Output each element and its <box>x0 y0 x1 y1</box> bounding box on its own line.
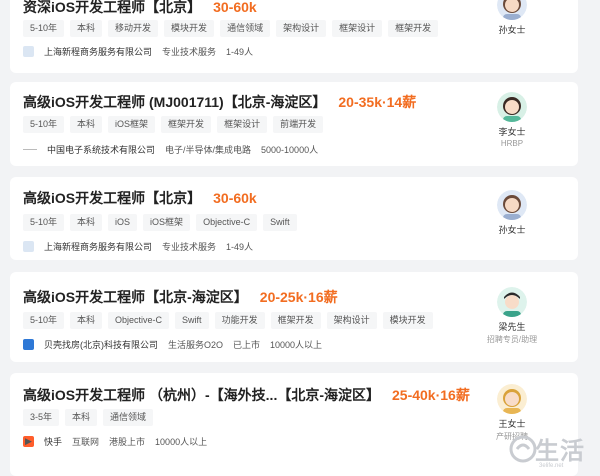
company-size: 1-49人 <box>226 47 254 57</box>
tag: 5-10年 <box>23 116 65 133</box>
company-industry: 生活服务O2O <box>168 340 224 350</box>
avatar <box>497 190 527 220</box>
job-title[interactable]: 高级iOS开发工程师【北京-海淀区】 <box>23 287 248 307</box>
tag: 通信领域 <box>220 20 271 37</box>
company-info: 贝壳找房(北京)科技有限公司 生活服务O2O 已上市 10000人以上 <box>23 338 322 351</box>
tag: 前端开发 <box>273 116 324 133</box>
tag: 模块开发 <box>164 20 215 37</box>
tag: 3-5年 <box>23 409 60 426</box>
recruiter-name: 李女士 <box>498 127 526 137</box>
company-stage: 港股上市 <box>109 437 146 447</box>
company-name[interactable]: 快手 <box>44 435 62 448</box>
company-logo <box>23 339 34 350</box>
tag: iOS框架 <box>108 116 156 133</box>
tag: 框架开发 <box>388 20 439 37</box>
job-title[interactable]: 高级iOS开发工程师 (MJ001711)【北京-海淀区】 <box>23 92 326 112</box>
company-name[interactable]: 中国电子系统技术有限公司 <box>47 143 155 156</box>
company-industry: 互联网 <box>72 437 100 447</box>
company-logo <box>23 46 34 57</box>
tag: 本科 <box>70 116 103 133</box>
job-salary: 20-25k·16薪 <box>259 289 338 305</box>
tag: 本科 <box>70 312 103 329</box>
recruiter[interactable]: 梁先生 招聘专员/助理 <box>477 287 547 345</box>
watermark-url: 3elife.net <box>539 463 564 469</box>
job-tags: 5-10年 本科 iOS iOS框架 Objective-C Swift <box>23 214 297 231</box>
job-salary: 30-60k <box>213 0 257 15</box>
company-info: 中国电子系统技术有限公司 电子/半导体/集成电路 5000-10000人 <box>23 143 318 156</box>
job-card[interactable]: 资深iOS开发工程师【北京】 30-60k 5-10年 本科 移动开发 模块开发… <box>10 0 578 73</box>
job-title[interactable]: 高级iOS开发工程师【北京】 <box>23 188 201 208</box>
company-industry: 专业技术服务 <box>162 242 217 252</box>
tag: 模块开发 <box>382 312 433 329</box>
tag: 移动开发 <box>108 20 159 37</box>
job-tags: 5-10年 本科 Objective-C Swift 功能开发 框架开发 架构设… <box>23 312 433 329</box>
company-size: 5000-10000人 <box>261 145 319 155</box>
recruiter-role: 招聘专员/助理 <box>486 335 538 344</box>
job-card[interactable]: 高级iOS开发工程师【北京】 30-60k 5-10年 本科 iOS iOS框架… <box>10 177 578 260</box>
company-name[interactable]: 上海新程商务服务有限公司 <box>44 45 152 58</box>
tag: 框架设计 <box>217 116 268 133</box>
job-salary: 20-35k·14薪 <box>338 94 417 110</box>
tag: 本科 <box>70 214 103 231</box>
tag: Objective-C <box>196 214 258 231</box>
tag: 本科 <box>70 20 103 37</box>
tag: iOS <box>108 214 138 231</box>
company-size: 1-49人 <box>226 242 254 252</box>
recruiter-name: 梁先生 <box>498 322 526 332</box>
company-info: 上海新程商务服务有限公司 专业技术服务 1-49人 <box>23 240 253 253</box>
avatar <box>497 0 527 20</box>
tag: 框架开发 <box>161 116 212 133</box>
company-industry: 专业技术服务 <box>162 47 217 57</box>
job-card[interactable]: 高级iOS开发工程师 (MJ001711)【北京-海淀区】 20-35k·14薪… <box>10 82 578 166</box>
recruiter[interactable]: 孙女士 <box>477 190 547 236</box>
company-logo <box>23 149 37 150</box>
tag: 5-10年 <box>23 214 65 231</box>
watermark-logo-icon <box>509 435 537 463</box>
recruiter-name: 孙女士 <box>498 225 526 235</box>
watermark: 生活 3elife.net <box>507 429 599 475</box>
company-size: 10000人以上 <box>155 437 208 447</box>
avatar <box>497 384 527 414</box>
company-logo: ▶ <box>23 436 34 447</box>
tag: 框架开发 <box>270 312 321 329</box>
company-name[interactable]: 贝壳找房(北京)科技有限公司 <box>44 338 158 351</box>
tag: Objective-C <box>108 312 170 329</box>
job-card[interactable]: 高级iOS开发工程师【北京-海淀区】 20-25k·16薪 5-10年 本科 O… <box>10 272 578 362</box>
tag: 本科 <box>65 409 98 426</box>
company-name[interactable]: 上海新程商务服务有限公司 <box>44 240 152 253</box>
company-logo <box>23 241 34 252</box>
tag: 通信领域 <box>103 409 154 426</box>
recruiter-name: 孙女士 <box>498 25 526 35</box>
tag: iOS框架 <box>143 214 191 231</box>
company-industry: 电子/半导体/集成电路 <box>165 145 252 155</box>
tag: Swift <box>175 312 209 329</box>
company-info: ▶ 快手 互联网 港股上市 10000人以上 <box>23 435 207 448</box>
tag: 架构设计 <box>276 20 327 37</box>
job-tags: 5-10年 本科 移动开发 模块开发 通信领域 架构设计 框架设计 框架开发 <box>23 20 439 37</box>
avatar <box>497 92 527 122</box>
job-tags: 3-5年 本科 通信领域 <box>23 409 154 426</box>
company-info: 上海新程商务服务有限公司 专业技术服务 1-49人 <box>23 45 253 58</box>
tag: 5-10年 <box>23 20 65 37</box>
recruiter[interactable]: 李女士 HRBP <box>477 92 547 148</box>
tag: 架构设计 <box>326 312 377 329</box>
job-title[interactable]: 资深iOS开发工程师【北京】 <box>23 0 201 17</box>
job-tags: 5-10年 本科 iOS框架 框架开发 框架设计 前端开发 <box>23 116 324 133</box>
watermark-text: 生活 <box>535 438 585 465</box>
job-salary: 25-40k·16薪 <box>392 387 470 403</box>
job-title[interactable]: 高级iOS开发工程师 （杭州）-【海外技...【北京-海淀区】 <box>23 385 380 405</box>
job-salary: 30-60k <box>213 190 257 206</box>
company-size: 10000人以上 <box>270 340 323 350</box>
tag: 功能开发 <box>214 312 265 329</box>
recruiter[interactable]: 孙女士 <box>477 0 547 36</box>
tag: Swift <box>263 214 297 231</box>
company-stage: 已上市 <box>233 340 261 350</box>
job-list: 资深iOS开发工程师【北京】 30-60k 5-10年 本科 移动开发 模块开发… <box>0 0 600 476</box>
tag: 5-10年 <box>23 312 65 329</box>
job-card[interactable]: 高级iOS开发工程师 （杭州）-【海外技...【北京-海淀区】 25-40k·1… <box>10 373 578 476</box>
avatar <box>497 287 527 317</box>
tag: 框架设计 <box>332 20 383 37</box>
recruiter-role: HRBP <box>500 139 524 148</box>
